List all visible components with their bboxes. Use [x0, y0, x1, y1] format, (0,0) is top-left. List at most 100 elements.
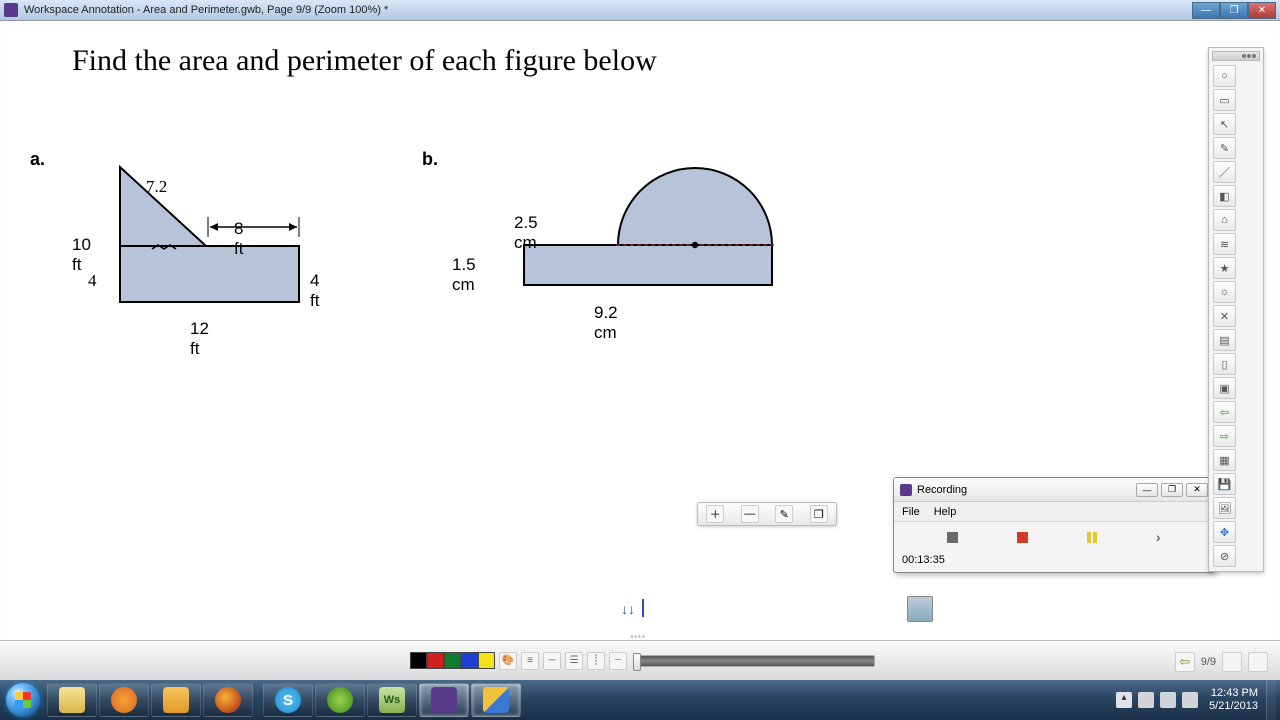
task-skype[interactable]: S	[263, 683, 313, 717]
taskbar: S Ws ▴ 12:43 PM 5/21/2013	[0, 680, 1280, 720]
pen-tool-icon[interactable]: ／	[1213, 161, 1236, 183]
maximize-button[interactable]: ❐	[1220, 2, 1248, 19]
color-black[interactable]	[410, 652, 427, 669]
next-button[interactable]: ›	[1156, 529, 1161, 545]
task-outlook[interactable]	[151, 683, 201, 717]
line-solid-icon[interactable]: ─	[543, 652, 561, 670]
page-add-button[interactable]: ＋	[706, 505, 724, 523]
figure-a-handwritten: 7.2	[146, 177, 167, 197]
cloud-icon[interactable]	[1222, 652, 1242, 672]
clock-time: 12:43 PM	[1209, 687, 1258, 700]
color-yellow[interactable]	[478, 652, 495, 669]
next-arrow-icon[interactable]: ⇨	[1213, 425, 1236, 447]
minimize-button[interactable]: —	[1192, 2, 1220, 19]
figure-a-dim-bottom: 12 ft	[190, 319, 209, 359]
palette-drag-handle[interactable]	[1212, 51, 1260, 61]
link-tool-icon[interactable]: ✥	[1213, 521, 1236, 543]
shape-tool-icon[interactable]: ★	[1213, 257, 1236, 279]
pointer-tool-icon[interactable]: ↖	[1213, 113, 1236, 135]
recording-titlebar[interactable]: Recording — ❐ ✕	[894, 478, 1214, 502]
task-spotify[interactable]	[315, 683, 365, 717]
recording-window[interactable]: Recording — ❐ ✕ File Help › 00:13:35	[893, 477, 1215, 573]
recording-elapsed: 00:13:35	[894, 552, 1214, 572]
color-picker-icon[interactable]: 🎨	[499, 652, 517, 670]
nav-prev-icon[interactable]: ⇦	[1175, 652, 1195, 672]
recording-close-button[interactable]: ✕	[1186, 483, 1208, 497]
task-media[interactable]	[99, 683, 149, 717]
stop-button[interactable]	[947, 532, 958, 543]
show-desktop-button[interactable]	[1266, 680, 1276, 720]
figure-b-label: b.	[422, 149, 438, 170]
slider-thumb[interactable]	[633, 653, 641, 671]
pause-button[interactable]	[1087, 532, 1097, 543]
task-workspace[interactable]: Ws	[367, 683, 417, 717]
line-width-icon[interactable]: ☰	[565, 652, 583, 670]
color-red[interactable]	[427, 652, 444, 669]
recording-menu-file[interactable]: File	[902, 506, 920, 518]
figure-a-dim-left: 10 ft	[72, 235, 91, 275]
line-style-icon[interactable]: ≡	[521, 652, 539, 670]
task-firefox[interactable]	[203, 683, 253, 717]
bottom-toolbar: 🎨 ≡ ─ ☰ ┊ ┈ ⇦ 9/9	[0, 640, 1280, 680]
windows-orb-icon	[6, 683, 40, 717]
tray-volume-icon[interactable]	[1182, 692, 1198, 708]
app-body: Find the area and perimeter of each figu…	[0, 21, 1280, 680]
resize-grip-icon[interactable]: ▪▪▪▪	[624, 632, 652, 638]
tray-power-icon[interactable]	[1160, 692, 1176, 708]
grid-tool-icon[interactable]: ▦	[1213, 449, 1236, 471]
window-title: Workspace Annotation - Area and Perimete…	[24, 4, 1192, 16]
start-button[interactable]	[0, 680, 46, 720]
figure-b-shape	[452, 137, 812, 337]
prev-arrow-icon[interactable]: ⇦	[1213, 401, 1236, 423]
highlighter-tool-icon[interactable]: ⌂	[1213, 209, 1236, 231]
figure-a-label: a.	[30, 149, 45, 170]
task-security[interactable]	[471, 683, 521, 717]
record-button[interactable]	[1017, 532, 1028, 543]
mouse-tool-icon[interactable]: ○	[1213, 65, 1236, 87]
user-icon[interactable]	[1248, 652, 1268, 672]
recording-app-icon	[900, 484, 912, 496]
copy-tool-icon[interactable]: ▣	[1213, 377, 1236, 399]
task-explorer[interactable]	[47, 683, 97, 717]
lasso-tool-icon[interactable]: ✎	[1213, 137, 1236, 159]
task-workspace-annotation[interactable]	[419, 683, 469, 717]
color-blue[interactable]	[461, 652, 478, 669]
figure-a-dim-right: 4 ft	[310, 271, 319, 311]
gallery-tool-icon[interactable]: 🖼	[1213, 497, 1236, 519]
close-button[interactable]: ✕	[1248, 2, 1276, 19]
line-dot-icon[interactable]: ┈	[609, 652, 627, 670]
tray-show-hidden-icon[interactable]: ▴	[1116, 692, 1132, 708]
save-tool-icon[interactable]: 💾	[1213, 473, 1236, 495]
line-dash-icon[interactable]: ┊	[587, 652, 605, 670]
recording-controls: ›	[894, 522, 1214, 552]
page-tool-icon[interactable]: ▯	[1213, 353, 1236, 375]
recording-title: Recording	[917, 484, 1136, 496]
system-tray: ▴ 12:43 PM 5/21/2013	[1113, 680, 1280, 720]
page-controls: ＋ — ✎ ❐	[697, 502, 837, 526]
screen-capture-icon[interactable]	[907, 596, 933, 622]
page-arrows-icon: ↓↓	[621, 601, 635, 617]
exit-tool-icon[interactable]: ⊘	[1213, 545, 1236, 567]
figure-a-dim-mark: 4	[88, 271, 97, 291]
page-remove-button[interactable]: —	[741, 505, 759, 523]
line-tool-icon[interactable]: ≋	[1213, 233, 1236, 255]
select-tool-icon[interactable]: ▭	[1213, 89, 1236, 111]
recording-maximize-button[interactable]: ❐	[1161, 483, 1183, 497]
stamp-tool-icon[interactable]: ☼	[1213, 281, 1236, 303]
page-duplicate-button[interactable]: ❐	[810, 505, 828, 523]
clock[interactable]: 12:43 PM 5/21/2013	[1201, 687, 1266, 712]
delete-tool-icon[interactable]: ✕	[1213, 305, 1236, 327]
color-green[interactable]	[444, 652, 461, 669]
recording-minimize-button[interactable]: —	[1136, 483, 1158, 497]
clipboard-tool-icon[interactable]: ▤	[1213, 329, 1236, 351]
recording-menu-help[interactable]: Help	[934, 506, 957, 518]
whiteboard-canvas[interactable]: Find the area and perimeter of each figu…	[2, 21, 1278, 640]
prompt-text: Find the area and perimeter of each figu…	[72, 41, 972, 82]
tool-palette[interactable]: ○ ▭ ↖ ✎ ／ ◧ ⌂ ≋ ★ ☼ ✕ ▤ ▯ ▣ ⇦ ⇨ ▦ 💾 🖼 ✥ …	[1208, 47, 1264, 572]
eraser-tool-icon[interactable]: ◧	[1213, 185, 1236, 207]
figure-b-dim-bottom: 9.2 cm	[594, 303, 618, 343]
recording-menu: File Help	[894, 502, 1214, 522]
tray-flag-icon[interactable]	[1138, 692, 1154, 708]
page-edit-button[interactable]: ✎	[775, 505, 793, 523]
width-slider[interactable]	[635, 655, 875, 667]
